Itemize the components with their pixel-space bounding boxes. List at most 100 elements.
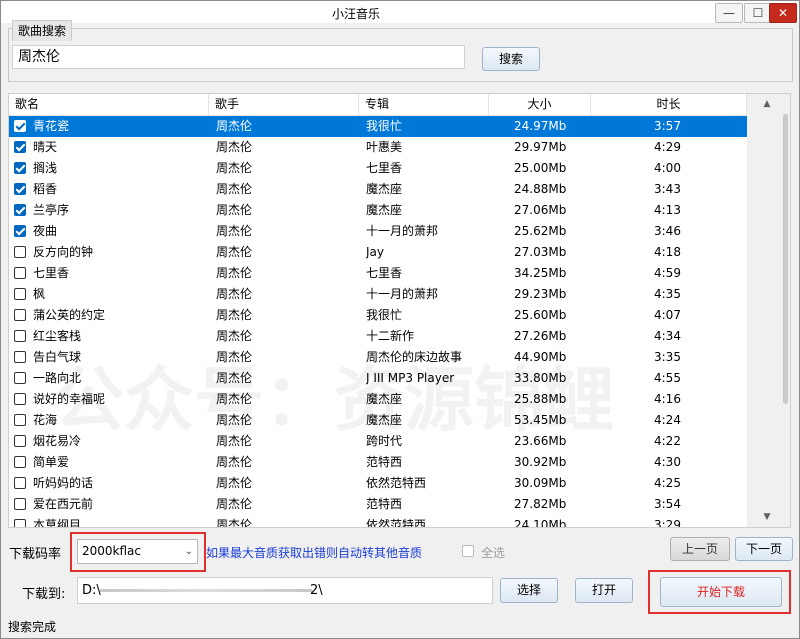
prev-page-button[interactable]: 上一页 xyxy=(670,537,730,561)
scroll-thumb[interactable] xyxy=(783,114,788,404)
select-all-checkbox[interactable] xyxy=(462,545,474,557)
choose-folder-button[interactable]: 选择 xyxy=(500,578,558,603)
cell-name: 兰亭序 xyxy=(33,203,70,217)
cell-artist: 周杰伦 xyxy=(216,203,253,217)
row-checkbox[interactable] xyxy=(14,498,26,510)
cell-name: 反方向的钟 xyxy=(33,245,94,259)
table-row[interactable]: 一路向北 周杰伦 J III MP3 Player 33.80Mb 4:55 xyxy=(9,368,747,389)
cell-size: 25.60Mb xyxy=(514,308,567,322)
cell-artist: 周杰伦 xyxy=(216,476,253,490)
cell-name: 说好的幸福呢 xyxy=(33,392,106,406)
path-suffix: 2\ xyxy=(310,583,323,598)
open-folder-button[interactable]: 打开 xyxy=(575,578,633,603)
row-checkbox[interactable] xyxy=(14,372,26,384)
row-checkbox[interactable] xyxy=(14,204,26,216)
table-row[interactable]: 红尘客栈 周杰伦 十二新作 27.26Mb 4:34 xyxy=(9,326,747,347)
table-row[interactable]: 青花瓷 周杰伦 我很忙 24.97Mb 3:57 xyxy=(9,116,747,137)
minimize-button[interactable]: — xyxy=(715,3,743,23)
cell-album: 魔杰座 xyxy=(366,203,403,217)
search-button[interactable]: 搜索 xyxy=(482,47,540,71)
cell-size: 27.26Mb xyxy=(514,329,567,343)
table-row[interactable]: 稻香 周杰伦 魔杰座 24.88Mb 3:43 xyxy=(9,179,747,200)
list-header: 歌名 歌手 专辑 大小 时长 xyxy=(9,94,747,116)
table-row[interactable]: 烟花易冷 周杰伦 跨时代 23.66Mb 4:22 xyxy=(9,431,747,452)
cell-size: 24.10Mb xyxy=(514,518,567,528)
row-checkbox[interactable] xyxy=(14,141,26,153)
cell-size: 44.90Mb xyxy=(514,350,567,364)
row-checkbox[interactable] xyxy=(14,246,26,258)
row-checkbox[interactable] xyxy=(14,519,26,527)
maximize-button[interactable]: ☐ xyxy=(744,3,772,23)
table-row[interactable]: 蒲公英的约定 周杰伦 我很忙 25.60Mb 4:07 xyxy=(9,305,747,326)
close-icon: ✕ xyxy=(777,6,789,20)
cell-size: 25.62Mb xyxy=(514,224,567,238)
bitrate-label: 下载码率 xyxy=(9,547,62,562)
cell-size: 30.09Mb xyxy=(514,476,567,490)
next-page-button[interactable]: 下一页 xyxy=(735,537,793,561)
scroll-down-icon[interactable]: ▼ xyxy=(758,511,776,523)
cell-album: J III MP3 Player xyxy=(366,371,455,385)
cell-name: 烟花易冷 xyxy=(33,434,82,448)
table-row[interactable]: 夜曲 周杰伦 十一月的萧邦 25.62Mb 3:46 xyxy=(9,221,747,242)
cell-album: 依然范特西 xyxy=(366,518,427,528)
row-checkbox[interactable] xyxy=(14,183,26,195)
cell-album: 范特西 xyxy=(366,455,403,469)
cell-duration: 4:00 xyxy=(654,161,681,175)
table-row[interactable]: 反方向的钟 周杰伦 Jay 27.03Mb 4:18 xyxy=(9,242,747,263)
cell-size: 24.88Mb xyxy=(514,182,567,196)
table-row[interactable]: 说好的幸福呢 周杰伦 魔杰座 25.88Mb 4:16 xyxy=(9,389,747,410)
row-checkbox[interactable] xyxy=(14,456,26,468)
cell-album: 魔杰座 xyxy=(366,182,403,196)
start-highlight-box xyxy=(648,570,791,614)
scroll-up-icon[interactable]: ▲ xyxy=(758,98,776,110)
cell-duration: 3:35 xyxy=(654,350,681,364)
download-path-input[interactable]: D:\ 2\ xyxy=(77,577,493,604)
table-row[interactable]: 告白气球 周杰伦 周杰伦的床边故事 44.90Mb 3:35 xyxy=(9,347,747,368)
cell-name: 稻香 xyxy=(33,182,58,196)
cell-album: 依然范特西 xyxy=(366,476,427,490)
row-checkbox[interactable] xyxy=(14,351,26,363)
close-button[interactable]: ✕ xyxy=(769,3,797,23)
row-checkbox[interactable] xyxy=(14,288,26,300)
cell-album: 七里香 xyxy=(366,161,403,175)
table-row[interactable]: 兰亭序 周杰伦 魔杰座 27.06Mb 4:13 xyxy=(9,200,747,221)
search-group-label: 歌曲搜索 xyxy=(12,20,72,41)
table-row[interactable]: 晴天 周杰伦 叶惠美 29.97Mb 4:29 xyxy=(9,137,747,158)
row-checkbox[interactable] xyxy=(14,435,26,447)
table-row[interactable]: 七里香 周杰伦 七里香 34.25Mb 4:59 xyxy=(9,263,747,284)
cell-duration: 3:57 xyxy=(654,119,681,133)
row-checkbox[interactable] xyxy=(14,330,26,342)
column-header[interactable]: 歌名 xyxy=(9,94,209,115)
row-checkbox[interactable] xyxy=(14,120,26,132)
cell-duration: 4:22 xyxy=(654,434,681,448)
table-row[interactable]: 简单爱 周杰伦 范特西 30.92Mb 4:30 xyxy=(9,452,747,473)
row-checkbox[interactable] xyxy=(14,162,26,174)
table-row[interactable]: 枫 周杰伦 十一月的萧邦 29.23Mb 4:35 xyxy=(9,284,747,305)
cell-album: 范特西 xyxy=(366,497,403,511)
song-list: 歌名 歌手 专辑 大小 时长 青花瓷 周杰伦 我很忙 24.97Mb 3:57 晴天 周杰伦 叶惠美 2… xyxy=(8,93,791,528)
row-checkbox[interactable] xyxy=(14,393,26,405)
row-checkbox[interactable] xyxy=(14,225,26,237)
table-row[interactable]: 本草纲目 周杰伦 依然范特西 24.10Mb 3:29 xyxy=(9,515,747,528)
cell-duration: 4:55 xyxy=(654,371,681,385)
cell-artist: 周杰伦 xyxy=(216,371,253,385)
table-row[interactable]: 爱在西元前 周杰伦 范特西 27.82Mb 3:54 xyxy=(9,494,747,515)
table-row[interactable]: 花海 周杰伦 魔杰座 53.45Mb 4:24 xyxy=(9,410,747,431)
row-checkbox[interactable] xyxy=(14,477,26,489)
cell-name: 搁浅 xyxy=(33,161,58,175)
search-input[interactable]: 周杰伦 xyxy=(12,45,465,69)
table-row[interactable]: 搁浅 周杰伦 七里香 25.00Mb 4:00 xyxy=(9,158,747,179)
vertical-scrollbar[interactable]: ▲ ▼ xyxy=(747,94,790,527)
row-checkbox[interactable] xyxy=(14,267,26,279)
column-header[interactable]: 歌手 xyxy=(209,94,359,115)
table-row[interactable]: 听妈妈的话 周杰伦 依然范特西 30.09Mb 4:25 xyxy=(9,473,747,494)
cell-album: 魔杰座 xyxy=(366,413,403,427)
cell-artist: 周杰伦 xyxy=(216,161,253,175)
column-header[interactable]: 大小 xyxy=(489,94,591,115)
row-checkbox[interactable] xyxy=(14,309,26,321)
column-header[interactable]: 时长 xyxy=(591,94,747,115)
cell-size: 27.82Mb xyxy=(514,497,567,511)
row-checkbox[interactable] xyxy=(14,414,26,426)
column-header[interactable]: 专辑 xyxy=(359,94,489,115)
cell-name: 晴天 xyxy=(33,140,58,154)
